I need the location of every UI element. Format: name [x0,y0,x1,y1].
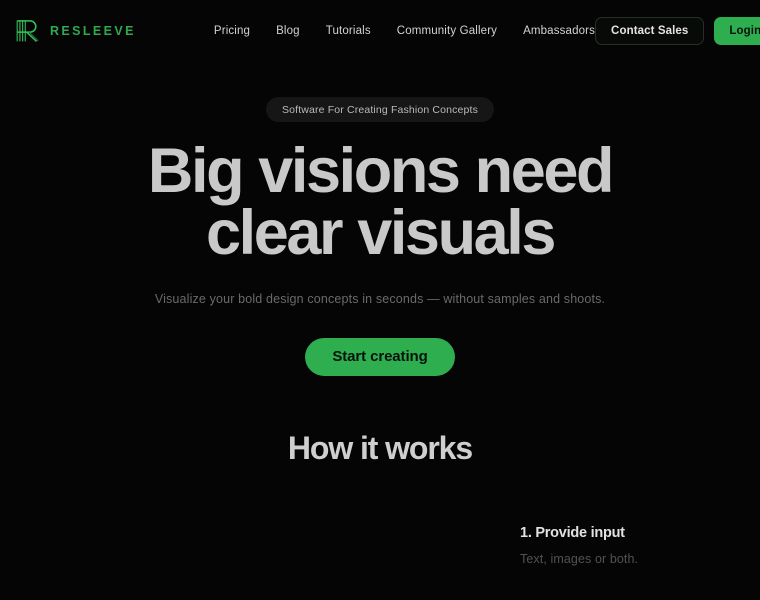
how-it-works-steps-row: 1. Provide input Text, images or both. [0,525,760,600]
step-item: 1. Provide input Text, images or both. [520,525,744,566]
how-it-works-visual-placeholder [0,525,520,600]
hero-section: Software For Creating Fashion Concepts B… [0,62,760,376]
hero-badge: Software For Creating Fashion Concepts [266,97,494,122]
contact-sales-button[interactable]: Contact Sales [595,17,705,45]
hero-title: Big visions need clear visuals [0,140,760,265]
login-button[interactable]: Login [714,17,760,45]
brand-name: RESLEEVE [50,24,136,38]
header-actions: Contact Sales Login [595,17,760,45]
step-description: Text, images or both. [520,552,639,566]
main-navigation: Pricing Blog Tutorials Community Gallery… [214,25,595,37]
site-header: RESLEEVE Pricing Blog Tutorials Communit… [0,0,760,62]
nav-link-pricing[interactable]: Pricing [214,25,250,37]
hero-cta-container: Start creating [0,337,760,376]
landing-page: RESLEEVE Pricing Blog Tutorials Communit… [0,0,760,600]
nav-link-ambassadors[interactable]: Ambassadors [523,25,595,37]
brand-logo-link[interactable]: RESLEEVE [14,18,136,44]
step-title: 1. Provide input [520,525,625,541]
hero-title-line-1: Big visions need [147,136,615,206]
nav-link-community-gallery[interactable]: Community Gallery [397,25,497,37]
nav-link-tutorials[interactable]: Tutorials [326,25,371,37]
start-creating-button[interactable]: Start creating [305,337,455,376]
how-it-works-section: How it works 1. Provide input Text, imag… [0,430,760,566]
resleeve-r-monogram-icon [16,20,39,42]
how-it-works-title: How it works [287,430,473,466]
nav-link-blog[interactable]: Blog [276,25,300,37]
how-it-works-step-list: 1. Provide input Text, images or both. [520,525,760,600]
hero-subtitle: Visualize your bold design concepts in s… [154,291,606,306]
hero-title-line-2: clear visuals [205,198,556,269]
